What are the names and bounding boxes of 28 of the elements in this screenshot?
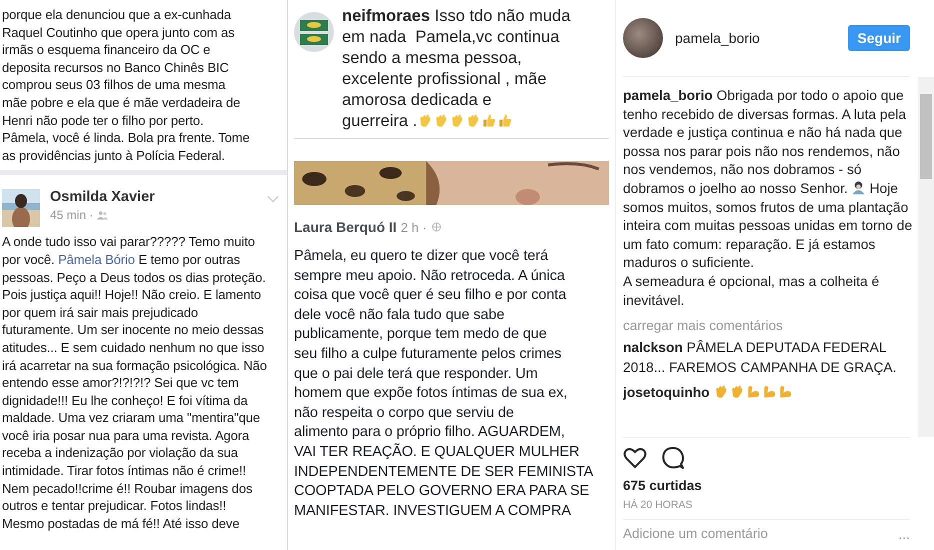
author-name[interactable]: Osmilda Xavier xyxy=(50,189,257,206)
likes-count[interactable]: 675 curtidas xyxy=(623,478,934,493)
avatar[interactable] xyxy=(623,18,663,58)
flexed-arm-icon xyxy=(778,384,794,400)
post-text: A onde tudo isso vai parar????? Temo muito por você. Pâmela Bório E temo por outras pessoas. Peço a Deus todos os dias proteção. Pois justiça aqui!! Hoje!! Não creio. E lamento por quem irá sair mais prejudicado futuramente. Um ser inocente no meio dessas atitudes... E sem cuidado nenhum no que isso irá acarretar na sua formação psicológica. Não entendo esse amor?!?!?!? Sei que vc tem dignidade!!! Eu lhe conheço! E foi vítima da maldade. Uma vez criaram uma "mentira"que você iria posar nua para uma revista. Agora receba a indenização por violação da sua intimidade. Tirar fotos íntimas não é crime!! Nem pecado!!crime é!! Roubar imagens dos outros e tentar prejudicar. Fotos lindas!! Mesmo postadas de má fé!! Até isso deve xyxy=(2,233,268,532)
comment-text: nalckson PÂMELA DEPUTADA FEDERAL 2018... FAREMOS CAMPANHA DE GRAÇA. xyxy=(623,339,898,378)
person-icon xyxy=(850,180,866,195)
scrollbar[interactable] xyxy=(918,77,934,437)
flexed-arm-icon xyxy=(746,384,762,400)
thumbs-up-icon xyxy=(482,113,498,128)
caption-text: pamela_borio Obrigada por todo o apoio que tenho recebido de diversas formas. A luta pela verdade e justiça continua e não há nada que possa nos parar pois não nos rendemos, não nos vendemos, não nos dobramos - só dobramos o joelho ao nosso Senhor. Hoje somos muitos, somos frutos de uma plantação inteira com muitas pessoas unidas em torno de um fato comum: reparação. E já estamos maduros o suficiente. A semeadura é opcional, mas a colheita é inevitável. xyxy=(623,87,914,310)
comment-icon[interactable] xyxy=(661,446,685,470)
post-time: 45 min · xyxy=(50,208,94,222)
comment-text: josetoquinho xyxy=(623,383,918,404)
mention-link[interactable]: Pâmela Bório xyxy=(58,252,135,267)
heart-icon[interactable] xyxy=(623,446,647,470)
username[interactable]: pamela_borio xyxy=(675,30,836,46)
thumbs-up-icon xyxy=(498,113,514,128)
globe-icon xyxy=(430,222,442,232)
flexed-arm-icon xyxy=(762,384,778,400)
scrollbar-thumb[interactable] xyxy=(920,94,932,179)
post-text: Pâmela, eu quero te dizer que você terá sempre meu apoio. Não retroceda. A única coisa que você quer é seu filho e por conta dele você não fala tudo que sabe publicamente, porque tem medo de que seu filho a culpe futuramente pelos crimes que o pai dele terá que responder. Um homem que expõe fotos íntimas de sua ex, não respeita o corpo que serviu de alimento para o próprio filho. AGUARDEM, VAI TER REAÇÃO. E QUALQUER MULHER INDEPENDENTEMENTE DE SER FEMINISTA COOPTADA PELO GOVERNO ERA PARA SE MANIFESTAR. INVESTIGUEM A COMPRA xyxy=(294,247,594,521)
friends-icon xyxy=(97,210,108,220)
author-name[interactable]: Laura Berquó II xyxy=(294,219,397,235)
comment-text: neifmoraes Isso tdo não muda em nada Pamela,vc continua sendo a mesma pessoa, excelente profissional , mãe amorosa dedicada e guerreira . xyxy=(342,6,570,132)
post-text: porque ela denunciou que a ex-cunhada Raquel Coutinho que opera junto com as irmãs o esquema financeiro da OC e deposita recursos no Banco Chinês BIC comprou seus 03 filhos de uma mesma mãe pobre e ela que é mãe verdadeira de Henri não pode ter o filho por perto. Pâmela, você é linda. Bola pra frente. Tome as providências junto à Polícia Federal. xyxy=(2,6,251,164)
post-time: HÁ 20 HORAS xyxy=(623,499,910,520)
post-time: 2 h · xyxy=(400,220,427,235)
